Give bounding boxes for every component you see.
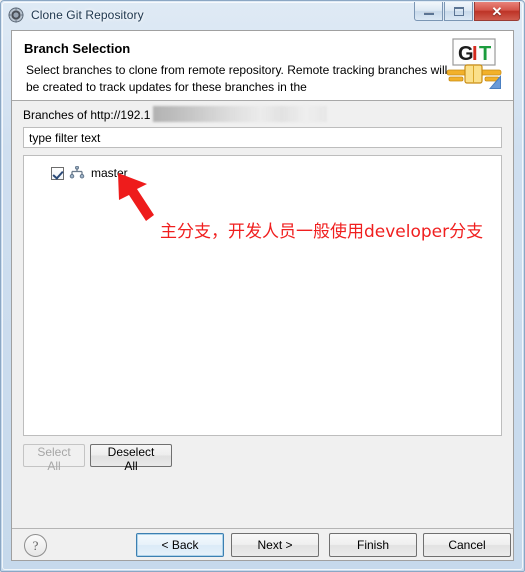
help-button[interactable]: ?	[24, 534, 47, 557]
branch-list[interactable]: master	[23, 155, 502, 436]
page-title: Branch Selection	[24, 41, 131, 56]
git-logo-icon: G I T	[445, 37, 505, 95]
close-button[interactable]: ✕	[474, 2, 520, 21]
title-bar[interactable]: Clone Git Repository ✕	[2, 2, 523, 28]
branch-selection-body: Branches of http://192.1 type filter tex…	[12, 101, 513, 528]
branch-name: master	[91, 166, 128, 180]
next-button[interactable]: Next >	[231, 533, 319, 557]
svg-text:T: T	[479, 43, 491, 65]
back-button[interactable]: < Back	[136, 533, 224, 557]
wizard-header: Branch Selection Select branches to clon…	[12, 31, 513, 101]
branch-icon	[69, 165, 85, 180]
minimize-button[interactable]	[414, 2, 443, 21]
filter-input[interactable]	[23, 127, 502, 148]
maximize-button[interactable]	[444, 2, 473, 21]
window-title: Clone Git Repository	[31, 8, 144, 22]
cancel-button[interactable]: Cancel	[423, 533, 511, 557]
dialog-client-area: Branch Selection Select branches to clon…	[11, 30, 514, 561]
redacted-url-region	[153, 106, 327, 122]
svg-text:I: I	[472, 43, 478, 65]
list-item[interactable]: master	[51, 164, 128, 182]
branch-checkbox[interactable]	[51, 166, 64, 180]
minimize-icon	[423, 12, 434, 15]
finish-button[interactable]: Finish	[329, 533, 417, 557]
select-all-button[interactable]: Select All	[23, 444, 85, 473]
branches-of-label: Branches of http://192.1	[23, 108, 151, 122]
dialog-footer: ? < Back Next > Finish Cancel	[12, 529, 513, 560]
close-icon: ✕	[491, 3, 503, 19]
window-controls: ✕	[414, 2, 520, 21]
git-repo-icon	[8, 7, 24, 23]
maximize-icon	[453, 6, 464, 16]
page-description: Select branches to clone from remote rep…	[26, 63, 448, 94]
clone-git-repository-dialog: Clone Git Repository ✕ Branch Selection …	[0, 0, 525, 572]
deselect-all-button[interactable]: Deselect All	[90, 444, 172, 473]
